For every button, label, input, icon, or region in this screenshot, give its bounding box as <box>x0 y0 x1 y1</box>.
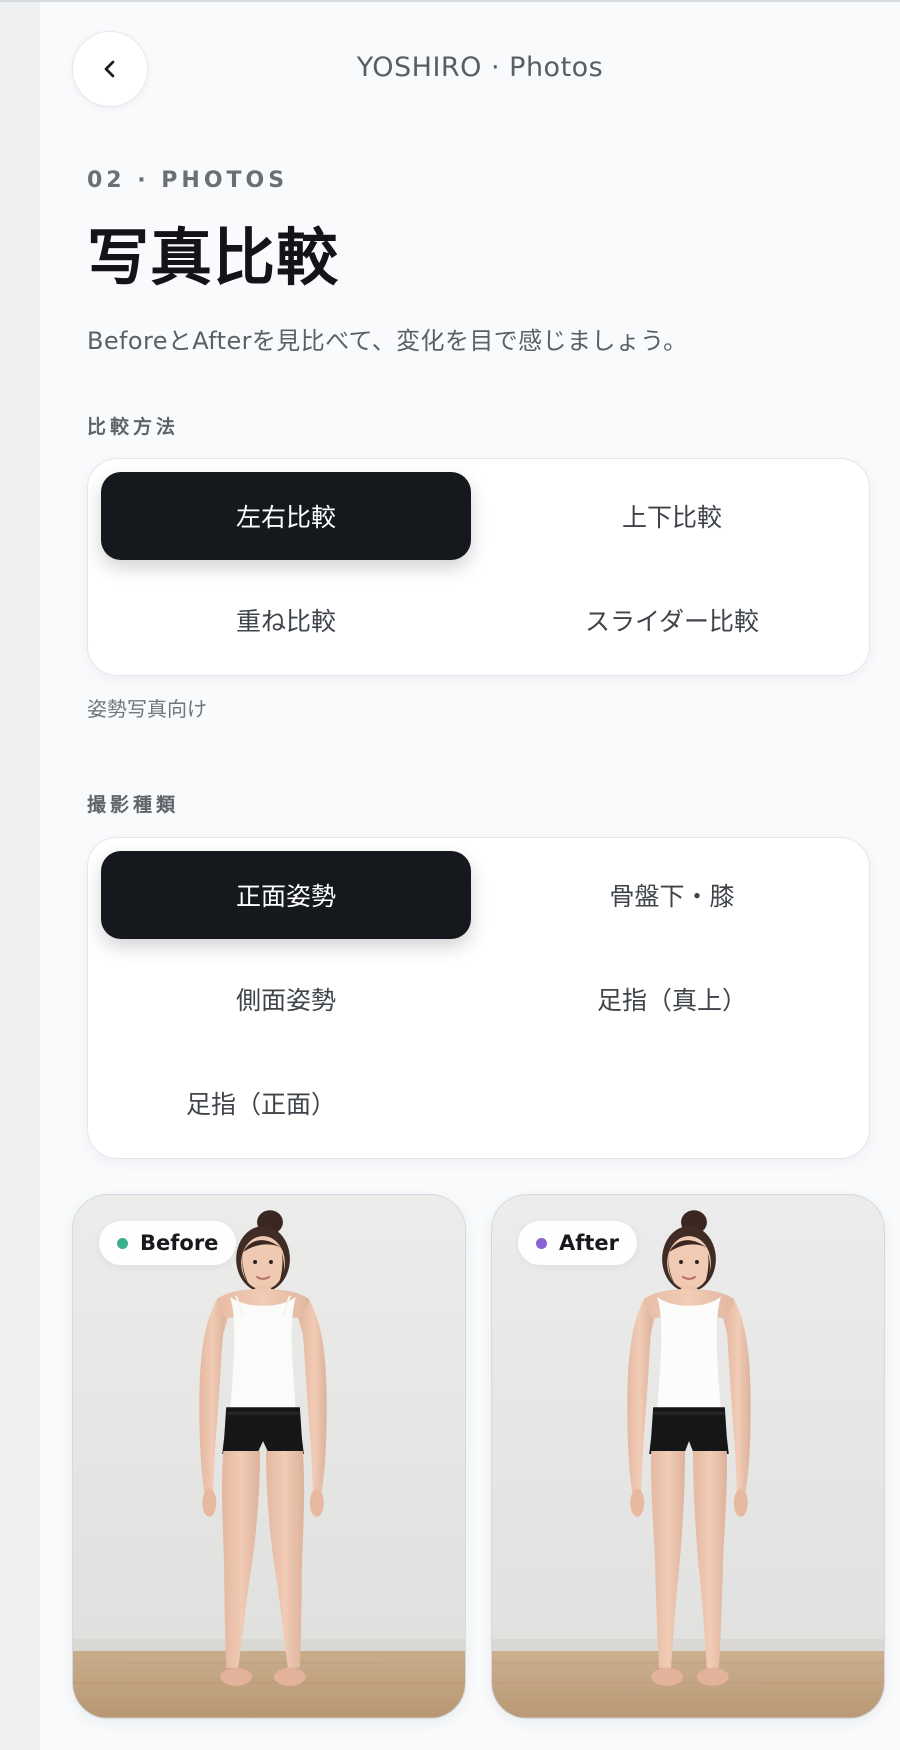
after-label: After <box>559 1231 620 1255</box>
compare-option-top-bottom[interactable]: 上下比較 <box>487 472 857 560</box>
capture-option-toe-front[interactable]: 足指（正面） <box>101 1059 421 1147</box>
compare-option-slider[interactable]: スライダー比較 <box>487 576 857 664</box>
before-status-dot <box>117 1237 128 1249</box>
page-title: 写真比較 <box>87 221 340 294</box>
compare-option-left-right[interactable]: 左右比較 <box>101 472 471 560</box>
capture-option-pelvis-knee[interactable]: 骨盤下・膝 <box>487 851 857 939</box>
comparison-method-label: 比較方法 <box>87 416 180 438</box>
after-photo-card[interactable]: After <box>491 1194 885 1719</box>
section-eyebrow: 02 · PHOTOS <box>87 168 289 193</box>
before-badge: Before <box>99 1221 237 1265</box>
chevron-left-icon <box>98 57 122 81</box>
capture-option-front-posture[interactable]: 正面姿勢 <box>101 851 471 939</box>
photo-comparison-screen: YOSHIRO · Photos 02 · PHOTOS 写真比較 Before… <box>0 0 900 1750</box>
before-label: Before <box>140 1231 219 1255</box>
comparison-helper-text: 姿勢写真向け <box>87 697 207 721</box>
comparison-method-selector: 左右比較 上下比較 重ね比較 スライダー比較 <box>87 458 870 676</box>
after-status-dot <box>536 1237 547 1249</box>
left-edge-panel <box>0 2 40 1750</box>
capture-type-selector: 正面姿勢 骨盤下・膝 側面姿勢 足指（真上） 足指（正面） <box>87 837 870 1159</box>
after-posture-photo <box>492 1195 884 1718</box>
before-photo-card[interactable]: Before <box>72 1194 466 1719</box>
back-button[interactable] <box>72 31 148 107</box>
capture-type-label: 撮影種類 <box>87 794 180 816</box>
after-badge: After <box>518 1221 638 1265</box>
page-subtitle: BeforeとAfterを見比べて、変化を目で感じましょう。 <box>87 327 688 355</box>
before-posture-photo <box>73 1195 465 1718</box>
compare-option-overlay[interactable]: 重ね比較 <box>101 576 471 664</box>
capture-option-side-posture[interactable]: 側面姿勢 <box>101 955 471 1043</box>
header-title: YOSHIRO · Photos <box>356 52 604 83</box>
capture-option-toe-top[interactable]: 足指（真上） <box>487 955 857 1043</box>
